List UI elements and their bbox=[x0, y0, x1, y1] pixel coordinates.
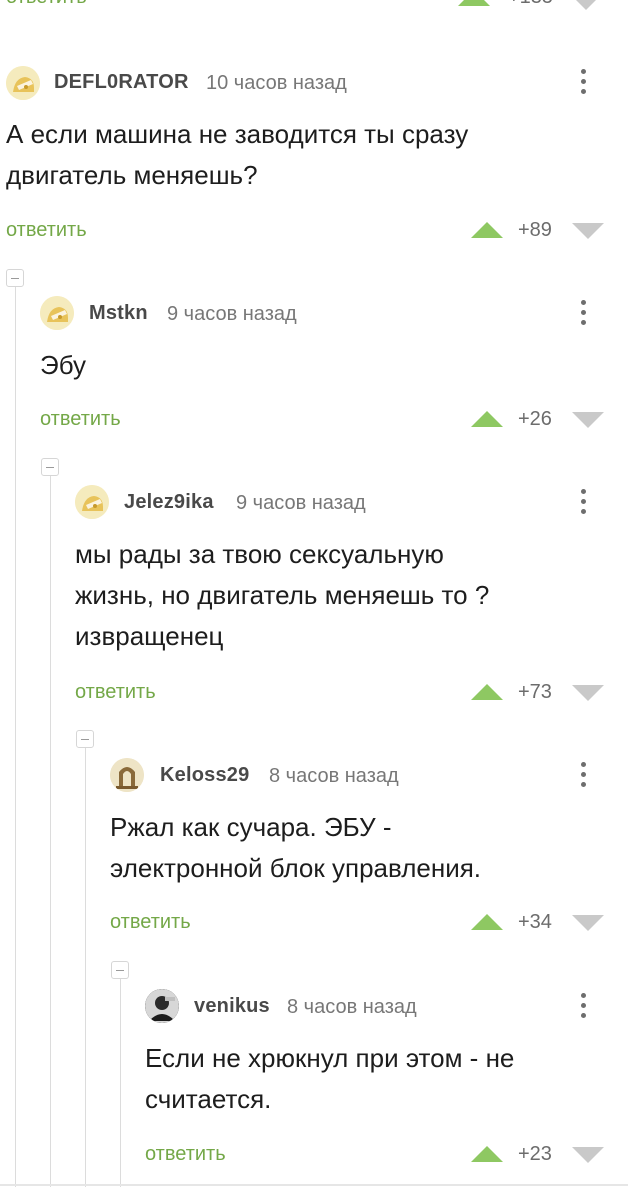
comment-score: +26 bbox=[518, 408, 552, 430]
timestamp: 8 часов назад bbox=[287, 996, 417, 1018]
collapse-thread-button[interactable] bbox=[41, 458, 59, 476]
upvote-icon[interactable] bbox=[471, 411, 503, 427]
comment-text: А если машина не заводится ты сразу двиг… bbox=[6, 119, 469, 190]
thread-line bbox=[50, 476, 51, 1187]
username[interactable]: Keloss29 bbox=[160, 764, 249, 787]
photo-avatar-icon[interactable] bbox=[145, 989, 179, 1023]
reply-link[interactable]: ответить bbox=[6, 0, 87, 9]
reply-link[interactable]: ответить bbox=[40, 408, 121, 431]
collapse-thread-button[interactable] bbox=[111, 961, 129, 979]
timestamp: 10 часов назад bbox=[206, 72, 347, 94]
more-menu-icon[interactable] bbox=[573, 298, 593, 328]
upvote-icon[interactable] bbox=[471, 684, 503, 700]
reply-link[interactable]: ответить bbox=[6, 219, 87, 242]
downvote-icon[interactable] bbox=[572, 1147, 604, 1163]
default-avatar-icon[interactable] bbox=[6, 66, 40, 100]
username[interactable]: DEFL0RATOR bbox=[54, 71, 189, 94]
collapse-thread-button[interactable] bbox=[76, 730, 94, 748]
divider bbox=[0, 1184, 628, 1186]
downvote-icon[interactable] bbox=[572, 915, 604, 931]
comment-score: +89 bbox=[518, 219, 552, 241]
username[interactable]: Mstkn bbox=[89, 302, 148, 325]
comment-text: Эбу bbox=[40, 350, 87, 380]
upvote-icon[interactable] bbox=[471, 914, 503, 930]
comment-text: мы рады за твою сексуальную жизнь, но дв… bbox=[75, 539, 490, 651]
reply-link[interactable]: ответить bbox=[75, 681, 156, 704]
downvote-icon[interactable] bbox=[570, 0, 602, 10]
comment-text: Ржал как сучара. ЭБУ - электронной блок … bbox=[110, 812, 482, 883]
comment-score: +23 bbox=[518, 1143, 552, 1165]
downvote-icon[interactable] bbox=[572, 685, 604, 701]
more-menu-icon[interactable] bbox=[573, 991, 593, 1021]
comment-score: +135 bbox=[508, 0, 553, 9]
reply-link[interactable]: ответить bbox=[145, 1143, 226, 1166]
comment-text: Если не хрюкнул при этом - не считается. bbox=[145, 1043, 515, 1114]
collapse-thread-button[interactable] bbox=[6, 269, 24, 287]
username[interactable]: venikus bbox=[194, 995, 270, 1018]
timestamp: 9 часов назад bbox=[167, 303, 297, 325]
thread-line bbox=[85, 748, 86, 1187]
default-avatar-icon[interactable] bbox=[40, 296, 74, 330]
username[interactable]: Jelez9ika bbox=[124, 491, 214, 514]
comment-score: +34 bbox=[518, 911, 552, 933]
downvote-icon[interactable] bbox=[572, 223, 604, 239]
upvote-icon[interactable] bbox=[471, 222, 503, 238]
upvote-icon[interactable] bbox=[471, 1146, 503, 1162]
comment-score: +73 bbox=[518, 681, 552, 703]
upvote-icon[interactable] bbox=[458, 0, 490, 6]
timestamp: 9 часов назад bbox=[236, 492, 366, 514]
more-menu-icon[interactable] bbox=[573, 67, 593, 97]
timestamp: 8 часов назад bbox=[269, 765, 399, 787]
arch-avatar-icon[interactable] bbox=[110, 758, 144, 792]
more-menu-icon[interactable] bbox=[573, 487, 593, 517]
reply-link[interactable]: ответить bbox=[110, 911, 191, 934]
default-avatar-icon[interactable] bbox=[75, 485, 109, 519]
more-menu-icon[interactable] bbox=[573, 760, 593, 790]
thread-line bbox=[15, 287, 16, 1187]
downvote-icon[interactable] bbox=[572, 412, 604, 428]
thread-line bbox=[120, 979, 121, 1187]
